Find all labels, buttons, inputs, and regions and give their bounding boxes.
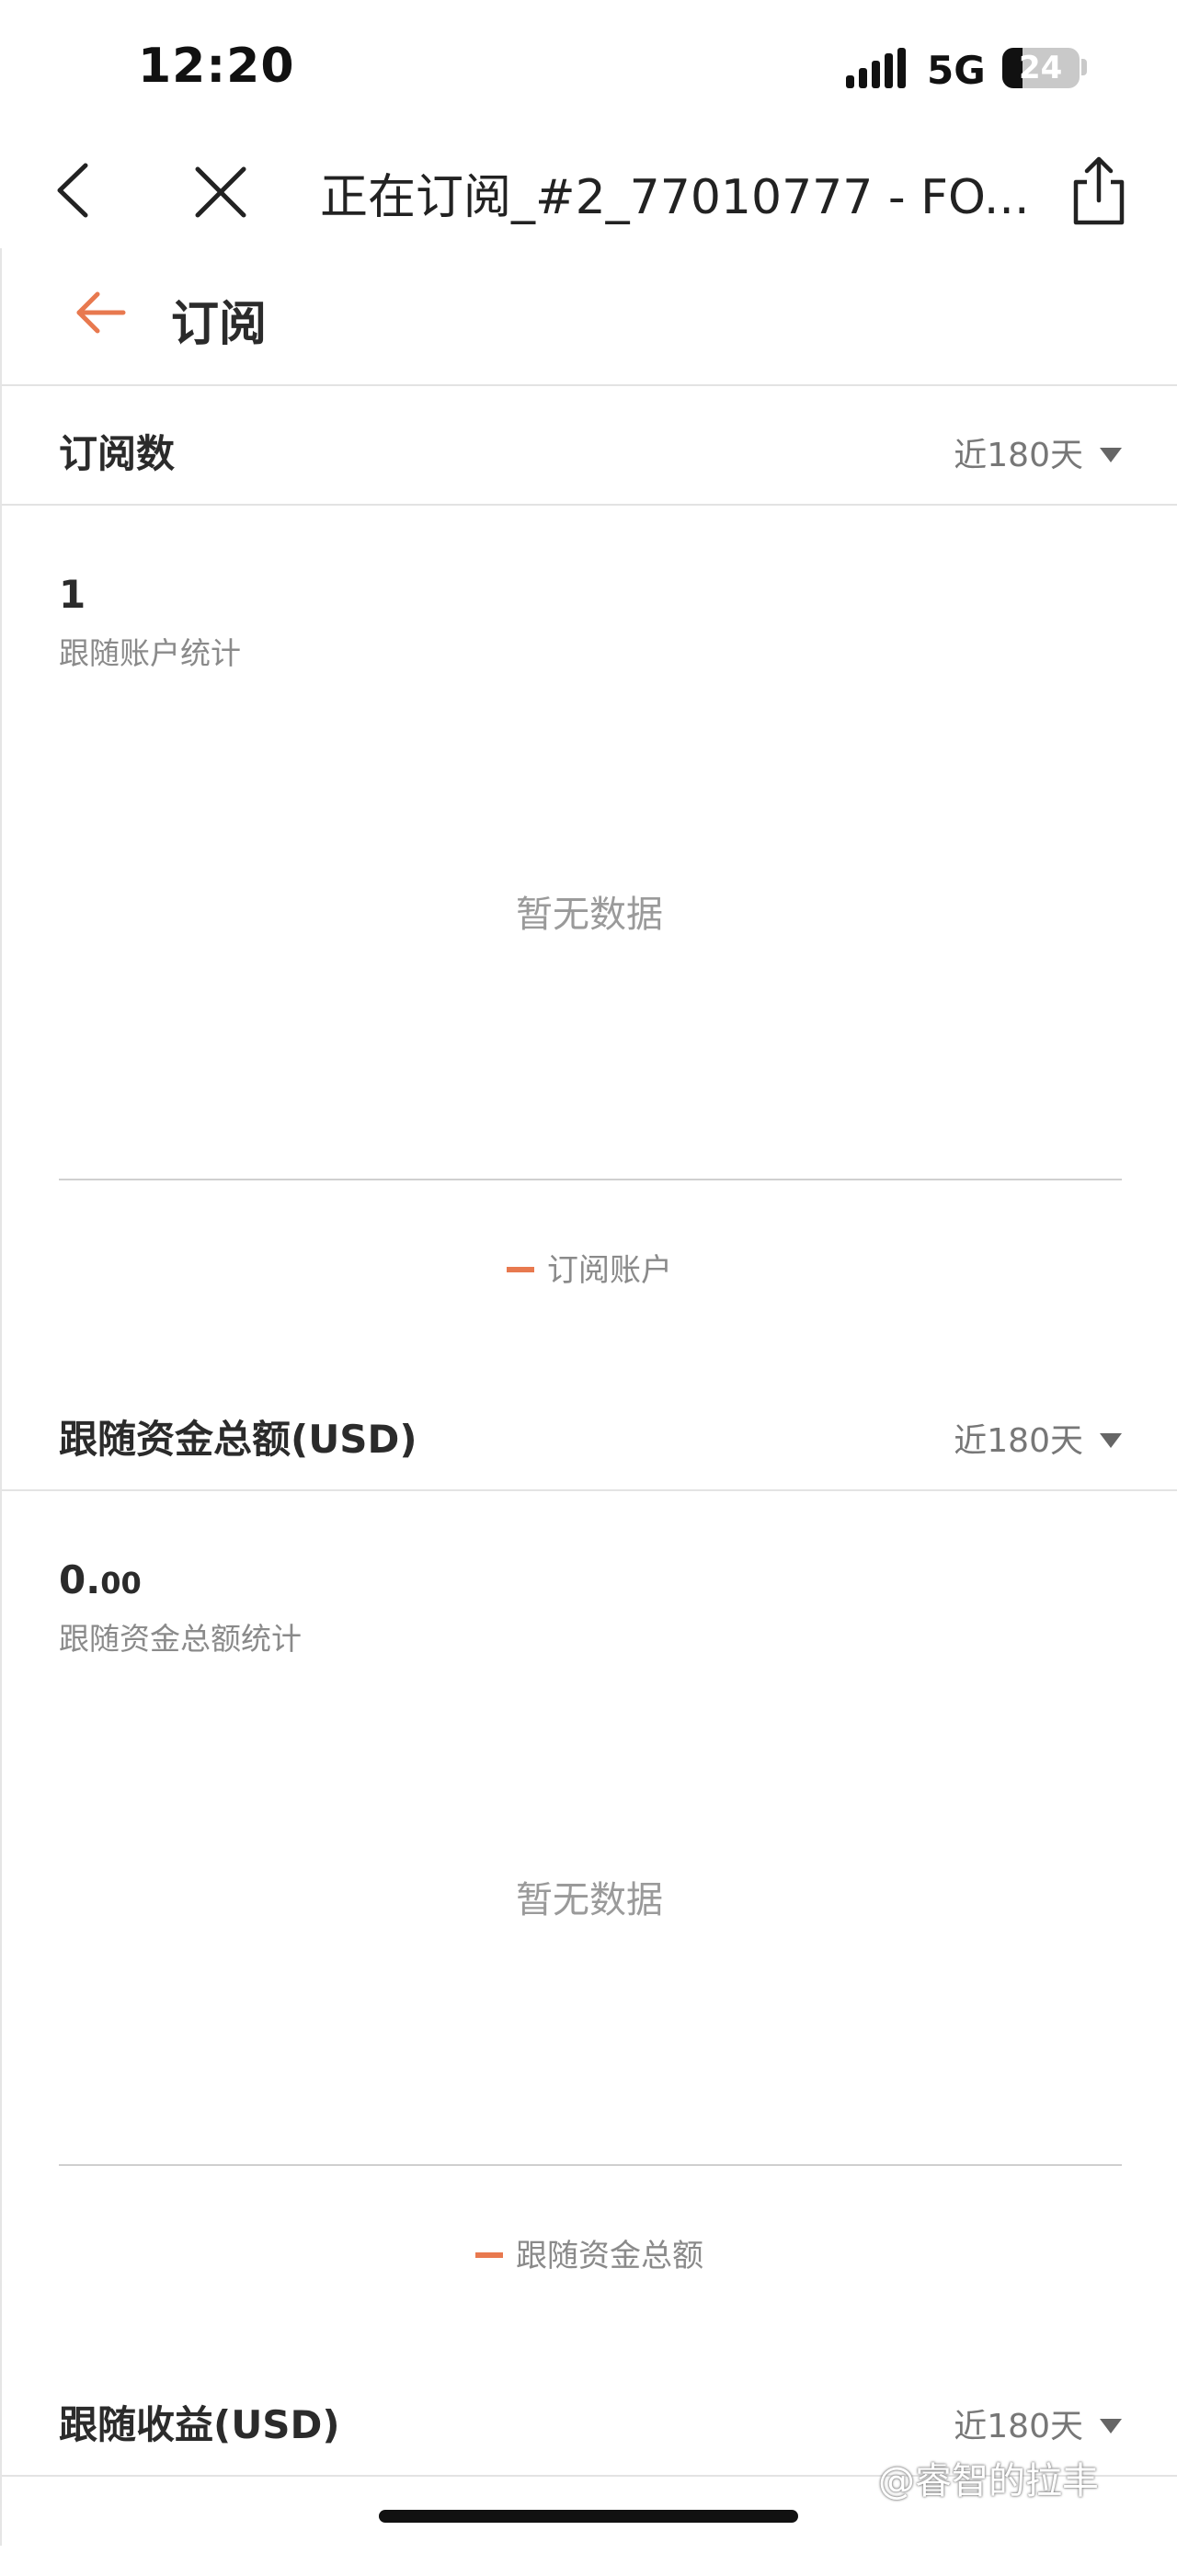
webview-content: 订阅 订阅数 近180天 1 跟随账户统计 暂无数据 订阅账户 跟随资金总额(U… bbox=[0, 248, 1177, 2576]
browser-nav-bar: 正在订阅_#2_77010777 - FO... bbox=[0, 138, 1177, 248]
legend-swatch bbox=[507, 1266, 534, 1272]
browser-page-title: 正在订阅_#2_77010777 - FO... bbox=[320, 170, 1028, 225]
page-title: 订阅 bbox=[171, 297, 268, 352]
stat-label: 跟随账户统计 bbox=[59, 635, 241, 671]
legend-label: 订阅账户 bbox=[547, 1252, 672, 1289]
arrow-left-icon[interactable] bbox=[74, 285, 129, 340]
caret-down-icon bbox=[1100, 448, 1122, 462]
stat-label: 跟随资金总额统计 bbox=[59, 1621, 302, 1657]
chart-legend: 订阅账户 bbox=[2, 1245, 1177, 1290]
chevron-left-icon[interactable] bbox=[51, 158, 97, 222]
range-label: 近180天 bbox=[954, 1422, 1083, 1460]
card-header: 跟随资金总额(USD) 近180天 bbox=[2, 1372, 1177, 1491]
range-selector[interactable]: 近180天 bbox=[954, 1414, 1122, 1462]
card-title: 跟随资金总额(USD) bbox=[59, 1417, 417, 1462]
stat-value-int: 0. bbox=[59, 1557, 101, 1602]
chart-legend: 跟随资金总额 bbox=[2, 2230, 1177, 2275]
cellular-signal-icon bbox=[846, 48, 906, 88]
page-header: 订阅 bbox=[2, 248, 1177, 386]
status-bar: 12:20 5G 24 bbox=[0, 0, 1177, 138]
status-time: 12:20 bbox=[138, 39, 295, 94]
home-indicator bbox=[379, 2510, 798, 2523]
stat-value-dec: 00 bbox=[100, 1566, 142, 1601]
chart-axis-line bbox=[59, 1179, 1122, 1180]
stat-value-int: 1 bbox=[59, 572, 86, 617]
caret-down-icon bbox=[1100, 1433, 1122, 1448]
range-label: 近180天 bbox=[954, 2408, 1083, 2445]
legend-swatch bbox=[475, 2251, 503, 2258]
range-selector[interactable]: 近180天 bbox=[954, 428, 1122, 476]
battery-icon: 24 bbox=[1002, 48, 1080, 88]
card-title: 订阅数 bbox=[59, 431, 176, 476]
stat-value: 1 bbox=[59, 572, 86, 617]
caret-down-icon bbox=[1100, 2419, 1122, 2434]
empty-state: 暂无数据 bbox=[516, 1879, 663, 1921]
range-selector[interactable]: 近180天 bbox=[954, 2399, 1122, 2447]
card-header: 订阅数 近180天 bbox=[2, 386, 1177, 506]
range-label: 近180天 bbox=[954, 437, 1083, 474]
battery-tip bbox=[1081, 59, 1087, 75]
chart-axis-line bbox=[59, 2164, 1122, 2166]
legend-label: 跟随资金总额 bbox=[516, 2238, 703, 2274]
stat-value: 0.00 bbox=[59, 1557, 142, 1602]
battery-level: 24 bbox=[1019, 50, 1063, 86]
watermark: @睿智的拉丰 bbox=[878, 2460, 1099, 2502]
card-title: 跟随收益(USD) bbox=[59, 2402, 340, 2447]
network-type: 5G bbox=[927, 48, 986, 93]
empty-state: 暂无数据 bbox=[516, 894, 663, 936]
close-icon[interactable] bbox=[189, 160, 253, 224]
share-icon[interactable] bbox=[1067, 154, 1131, 228]
